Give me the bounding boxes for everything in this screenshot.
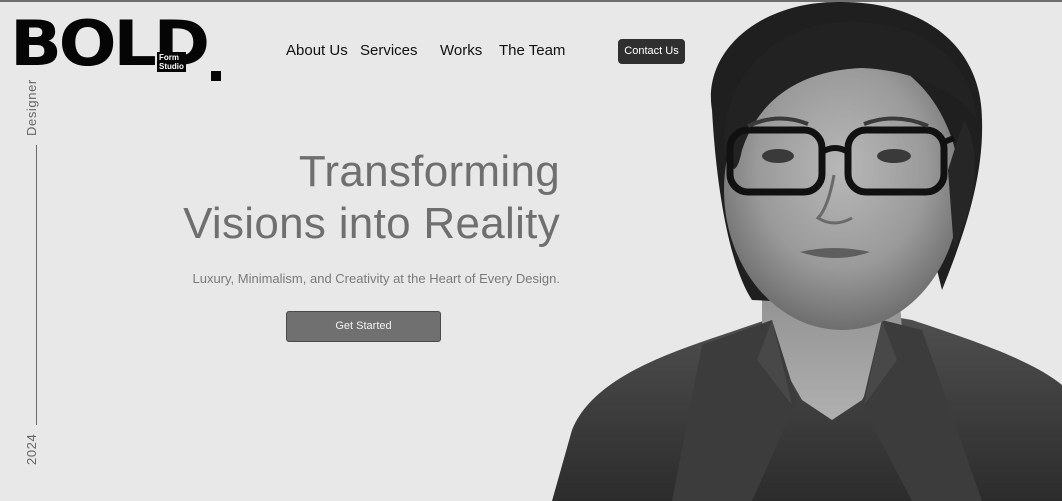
hero-subtitle: Luxury, Minimalism, and Creativity at th…: [192, 271, 560, 286]
hero-heading-line2: Visions into Reality: [183, 199, 560, 248]
logo-subtitle: Form Studio: [157, 52, 186, 72]
hero-heading-line1: Transforming: [298, 147, 560, 196]
nav-works[interactable]: Works: [440, 42, 482, 59]
hero-heading: Transforming Visions into Reality: [183, 146, 560, 250]
brand-logo[interactable]: BOLD Form Studio: [10, 8, 221, 86]
get-started-button[interactable]: Get Started: [286, 311, 441, 342]
logo-subtitle-line2: Studio: [159, 62, 184, 71]
nav-services[interactable]: Services: [360, 42, 418, 59]
nav-about-us[interactable]: About Us: [286, 42, 348, 59]
side-label-designer: Designer: [24, 79, 39, 136]
side-divider-line: [36, 145, 37, 425]
side-label-year: 2024: [24, 433, 39, 465]
logo-dot: [211, 71, 221, 81]
person-portrait-image: [552, 1, 1062, 501]
logo-subtitle-line1: Form: [159, 53, 179, 62]
